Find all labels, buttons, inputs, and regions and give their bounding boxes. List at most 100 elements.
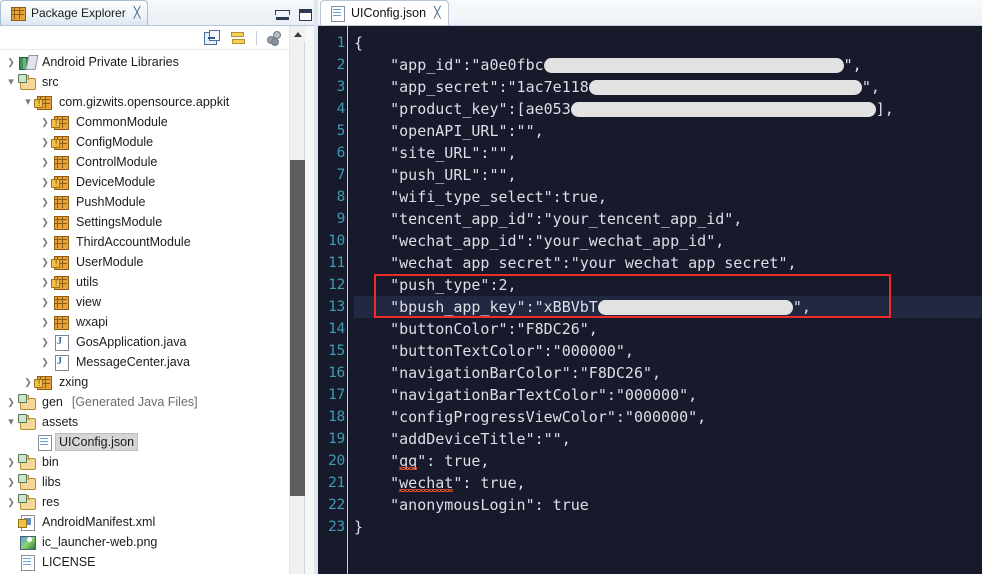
line-number: 16 bbox=[318, 362, 347, 384]
project-tree[interactable]: Android Private Librariessrccom.gizwits.… bbox=[0, 50, 304, 574]
code-line[interactable]: "wechat_app_id":"your_wechat_app_id", bbox=[354, 230, 982, 252]
tree-item-bin[interactable]: bin bbox=[0, 452, 304, 472]
line-number: 12 bbox=[318, 274, 347, 296]
chevron-right-icon[interactable] bbox=[38, 138, 52, 147]
close-icon[interactable]: ╳ bbox=[434, 8, 441, 19]
chevron-right-icon[interactable] bbox=[38, 298, 52, 307]
tab-package-explorer-label: Package Explorer bbox=[31, 6, 126, 20]
code-line[interactable]: "push_URL":"", bbox=[354, 164, 982, 186]
chevron-right-icon[interactable] bbox=[38, 218, 52, 227]
tree-item-devicemodule[interactable]: DeviceModule bbox=[0, 172, 304, 192]
tree-item-libs[interactable]: libs bbox=[0, 472, 304, 492]
scroll-up-icon[interactable] bbox=[290, 26, 305, 42]
code-line[interactable]: "openAPI_URL":"", bbox=[354, 120, 982, 142]
pkg-icon bbox=[52, 294, 70, 310]
eclipse-workbench: Package Explorer ╳ Android Private Libra… bbox=[0, 0, 982, 574]
chevron-right-icon[interactable] bbox=[38, 238, 52, 247]
chevron-right-icon[interactable] bbox=[4, 498, 18, 507]
code-line[interactable]: } bbox=[354, 516, 982, 538]
maximize-button[interactable] bbox=[299, 9, 312, 21]
chevron-right-icon[interactable] bbox=[21, 378, 35, 387]
tree-item-ic-launcher-web-png[interactable]: ic_launcher-web.png bbox=[0, 532, 304, 552]
tree-item-pushmodule[interactable]: PushModule bbox=[0, 192, 304, 212]
code-area[interactable]: 1234567891011121314151617181920212223 { … bbox=[318, 26, 982, 574]
tree-item-utils[interactable]: utils bbox=[0, 272, 304, 292]
code-line[interactable]: "site_URL":"", bbox=[354, 142, 982, 164]
code-line[interactable]: "qq": true, bbox=[354, 450, 982, 472]
chevron-right-icon[interactable] bbox=[38, 198, 52, 207]
chevron-right-icon[interactable] bbox=[4, 398, 18, 407]
tree-item-gen[interactable]: gen[Generated Java Files] bbox=[0, 392, 304, 412]
code-line[interactable]: "wifi_type_select":true, bbox=[354, 186, 982, 208]
chevron-right-icon[interactable] bbox=[38, 178, 52, 187]
pkgwarn-icon bbox=[52, 134, 70, 150]
chevron-right-icon[interactable] bbox=[38, 338, 52, 347]
tree-item-assets[interactable]: assets bbox=[0, 412, 304, 432]
code-line[interactable]: "navigationBarColor":"F8DC26", bbox=[354, 362, 982, 384]
tree-item-com-gizwits-opensource-appkit[interactable]: com.gizwits.opensource.appkit bbox=[0, 92, 304, 112]
tree-item-uiconfig-json[interactable]: UIConfig.json bbox=[0, 432, 304, 452]
tree-item-androidmanifest-xml[interactable]: AndroidManifest.xml bbox=[0, 512, 304, 532]
line-number: 2 bbox=[318, 54, 347, 76]
code-line[interactable]: "bpush_app_key":"xBBVbT", bbox=[354, 296, 982, 318]
code-text-run: "app_id":"a0e0fbc bbox=[354, 56, 544, 74]
code-text-run: "buttonTextColor":"000000", bbox=[354, 342, 634, 360]
tree-item-android-private-libraries[interactable]: Android Private Libraries bbox=[0, 52, 304, 72]
code-line[interactable]: "wechat": true, bbox=[354, 472, 982, 494]
folder-badge-icon bbox=[18, 454, 27, 463]
chevron-down-icon[interactable] bbox=[21, 97, 35, 108]
chevron-right-icon[interactable] bbox=[38, 118, 52, 127]
collapse-all-icon[interactable] bbox=[204, 30, 221, 46]
chevron-right-icon[interactable] bbox=[38, 158, 52, 167]
code-line[interactable]: "product_key":[ae053], bbox=[354, 98, 982, 120]
code-line[interactable]: "push_type":2, bbox=[354, 274, 982, 296]
tree-item-thirdaccountmodule[interactable]: ThirdAccountModule bbox=[0, 232, 304, 252]
tree-item-license[interactable]: LICENSE bbox=[0, 552, 304, 572]
tree-item-zxing[interactable]: zxing bbox=[0, 372, 304, 392]
link-with-editor-icon[interactable] bbox=[230, 30, 247, 46]
code-text[interactable]: { "app_id":"a0e0fbc", "app_secret":"1ac7… bbox=[348, 26, 982, 574]
code-line[interactable]: "navigationBarTextColor":"000000", bbox=[354, 384, 982, 406]
code-line[interactable]: "anonymousLogin": true bbox=[354, 494, 982, 516]
chevron-right-icon[interactable] bbox=[38, 358, 52, 367]
tree-item-wxapi[interactable]: wxapi bbox=[0, 312, 304, 332]
tree-item-gosapplication-java[interactable]: GosApplication.java bbox=[0, 332, 304, 352]
code-line[interactable]: "addDeviceTitle":"", bbox=[354, 428, 982, 450]
filters-icon[interactable] bbox=[266, 30, 283, 46]
tree-item-controlmodule[interactable]: ControlModule bbox=[0, 152, 304, 172]
pkg-icon bbox=[52, 314, 70, 330]
tab-package-explorer[interactable]: Package Explorer ╳ bbox=[0, 0, 148, 25]
code-text-run: "push_URL":"", bbox=[354, 166, 517, 184]
code-line[interactable]: "wechat app secret":"your wechat app sec… bbox=[354, 252, 982, 274]
explorer-scrollbar[interactable] bbox=[289, 26, 304, 574]
tree-item-messagecenter-java[interactable]: MessageCenter.java bbox=[0, 352, 304, 372]
chevron-right-icon[interactable] bbox=[4, 478, 18, 487]
close-icon[interactable]: ╳ bbox=[134, 8, 141, 19]
chevron-down-icon[interactable] bbox=[4, 77, 18, 88]
code-line[interactable]: "tencent_app_id":"your_tencent_app_id", bbox=[354, 208, 982, 230]
tree-item-view[interactable]: view bbox=[0, 292, 304, 312]
minimize-button[interactable] bbox=[276, 11, 289, 20]
tree-item-settingsmodule[interactable]: SettingsModule bbox=[0, 212, 304, 232]
tree-item-configmodule[interactable]: ConfigModule bbox=[0, 132, 304, 152]
code-line[interactable]: { bbox=[354, 32, 982, 54]
warning-badge-icon bbox=[51, 179, 60, 188]
chevron-right-icon[interactable] bbox=[4, 458, 18, 467]
code-line[interactable]: "configProgressViewColor":"000000", bbox=[354, 406, 982, 428]
chevron-right-icon[interactable] bbox=[4, 58, 18, 67]
tree-item-src[interactable]: src bbox=[0, 72, 304, 92]
chevron-right-icon[interactable] bbox=[38, 278, 52, 287]
tab-uiconfig-json[interactable]: UIConfig.json ╳ bbox=[320, 0, 449, 25]
tree-item-res[interactable]: res bbox=[0, 492, 304, 512]
tree-item-commonmodule[interactable]: CommonModule bbox=[0, 112, 304, 132]
tree-item-usermodule[interactable]: UserModule bbox=[0, 252, 304, 272]
code-line[interactable]: "buttonTextColor":"000000", bbox=[354, 340, 982, 362]
chevron-right-icon[interactable] bbox=[38, 258, 52, 267]
code-line[interactable]: "app_id":"a0e0fbc", bbox=[354, 54, 982, 76]
warning-badge-icon bbox=[34, 99, 43, 108]
chevron-down-icon[interactable] bbox=[4, 417, 18, 428]
scrollbar-thumb[interactable] bbox=[290, 160, 305, 496]
chevron-right-icon[interactable] bbox=[38, 318, 52, 327]
code-line[interactable]: "app_secret":"1ac7e118", bbox=[354, 76, 982, 98]
code-line[interactable]: "buttonColor":"F8DC26", bbox=[354, 318, 982, 340]
